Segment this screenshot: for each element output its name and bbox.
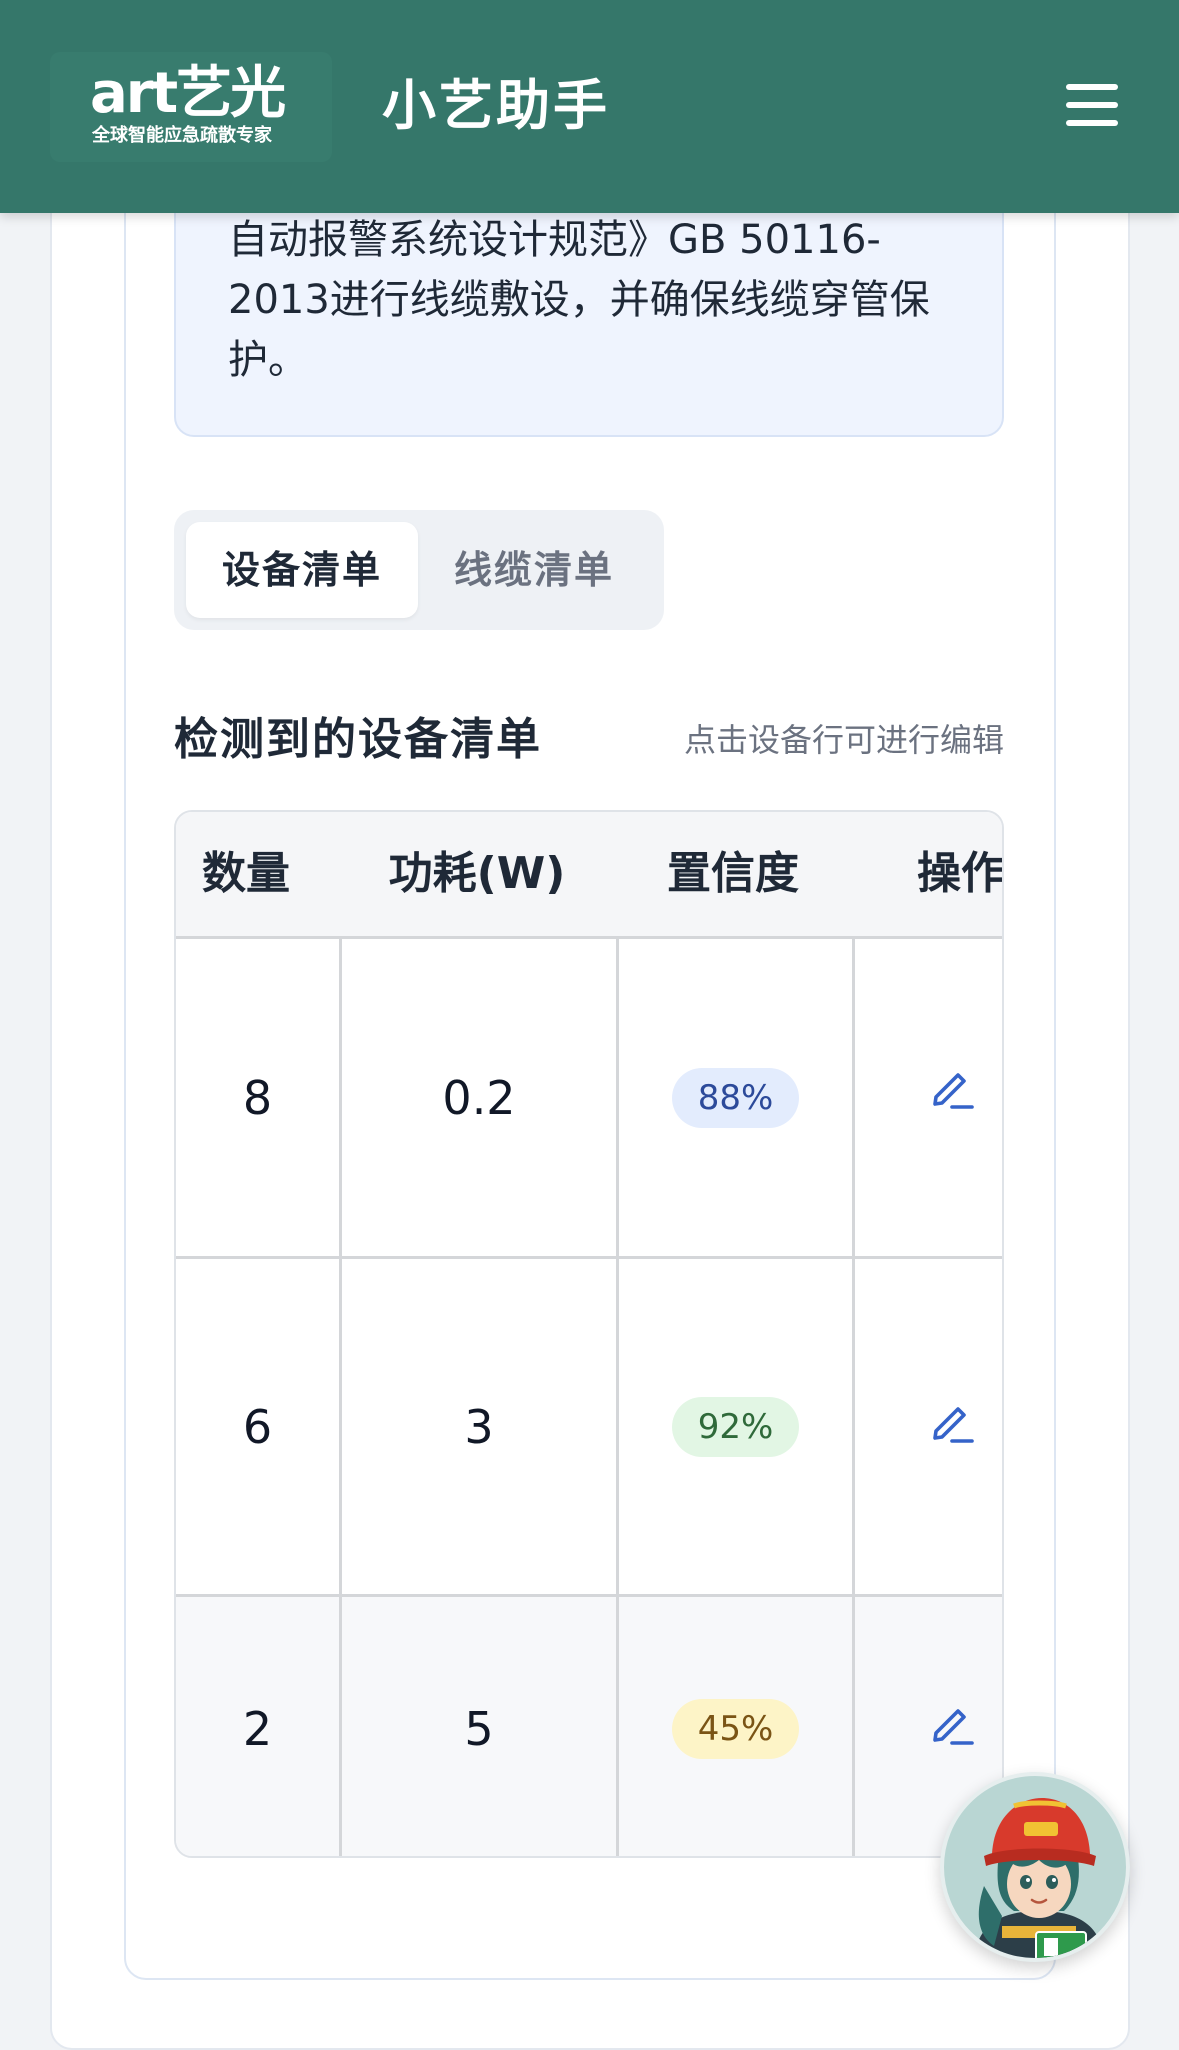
answer-line: 自动报警系统设计规范》GB 50116- — [228, 217, 881, 263]
edit-pencil-icon[interactable] — [928, 1397, 976, 1445]
table-row[interactable]: 2 5 45% — [176, 1594, 1002, 1856]
cell-power: 0.2 — [342, 939, 619, 1256]
table-header: 数量 功耗(W) 置信度 操作 — [176, 812, 1004, 936]
answer-text: 自动报警系统设计规范》GB 50116- 2013进行线缆敷设，并确保线缆穿管保… — [228, 210, 948, 390]
logo-text: art艺光 — [90, 61, 286, 126]
cell-action — [855, 939, 1002, 1256]
column-header-quantity: 数量 — [202, 848, 290, 899]
column-header-confidence: 置信度 — [667, 848, 799, 899]
cell-confidence: 92% — [619, 1259, 855, 1594]
firefighter-avatar-icon[interactable] — [940, 1772, 1130, 1962]
cell-power: 3 — [342, 1259, 619, 1594]
app-title: 小艺助手 — [382, 74, 610, 137]
edit-pencil-icon[interactable] — [928, 1699, 976, 1747]
table-row[interactable]: 8 0.2 88% — [176, 936, 1002, 1256]
cell-confidence: 45% — [619, 1597, 855, 1856]
column-header-action: 操作 — [917, 848, 1004, 899]
answer-line: 2013进行线缆敷设，并确保线缆穿管保 — [228, 277, 930, 323]
cell-action — [855, 1259, 1002, 1594]
cell-quantity: 6 — [176, 1259, 342, 1594]
brand-logo[interactable]: art艺光 全球智能应急疏散专家 — [50, 52, 332, 162]
cell-power: 5 — [342, 1597, 619, 1856]
confidence-badge: 88% — [671, 1067, 800, 1128]
cell-quantity: 8 — [176, 939, 342, 1256]
cell-confidence: 88% — [619, 939, 855, 1256]
device-table: 数量 功耗(W) 置信度 操作 8 0.2 88% 6 3 92% 2 5 45… — [174, 810, 1004, 1858]
confidence-badge: 92% — [671, 1396, 800, 1457]
cell-quantity: 2 — [176, 1597, 342, 1856]
confidence-badge: 45% — [671, 1698, 800, 1759]
list-tabs: 设备清单 线缆清单 — [174, 510, 664, 630]
column-header-power: 功耗(W) — [388, 848, 566, 899]
tab-cable-list[interactable]: 线缆清单 — [418, 522, 650, 618]
answer-line: 护。 — [228, 337, 308, 383]
table-row[interactable]: 6 3 92% — [176, 1256, 1002, 1594]
section-title: 检测到的设备清单 — [174, 714, 542, 765]
edit-pencil-icon[interactable] — [928, 1063, 976, 1111]
section-hint: 点击设备行可进行编辑 — [683, 721, 1004, 759]
app-header: art艺光 全球智能应急疏散专家 小艺助手 — [0, 0, 1179, 213]
tab-device-list[interactable]: 设备清单 — [186, 522, 418, 618]
hamburger-menu-icon[interactable] — [1062, 80, 1122, 130]
logo-tagline: 全球智能应急疏散专家 — [92, 125, 272, 146]
